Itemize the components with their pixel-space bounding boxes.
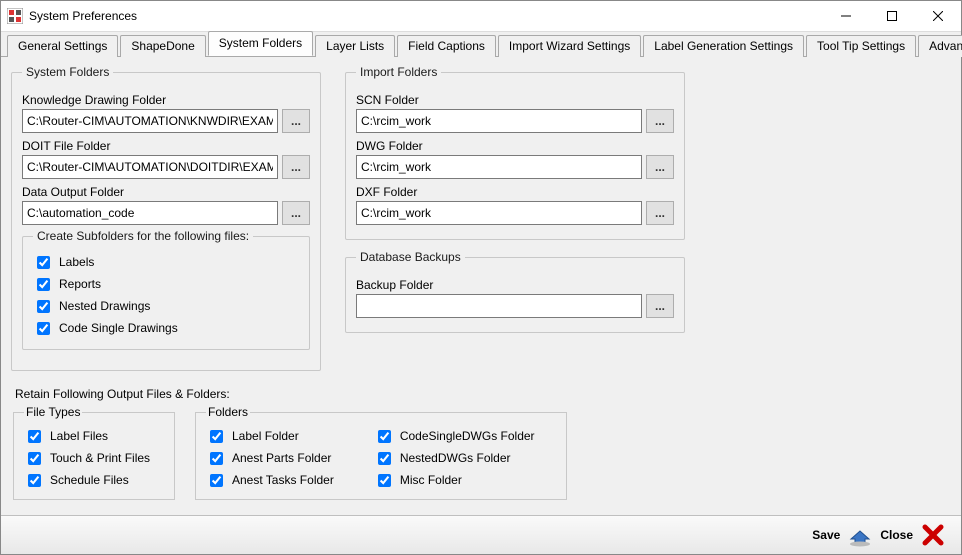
tab-label-generation-settings[interactable]: Label Generation Settings	[643, 35, 804, 57]
doit-folder-input[interactable]	[22, 155, 278, 179]
legend-system-folders: System Folders	[22, 65, 113, 79]
group-database-backups: Database Backups Backup Folder ...	[345, 250, 685, 333]
chk-subfolder-reports[interactable]	[37, 278, 50, 291]
chk-touch-print-files[interactable]	[28, 452, 41, 465]
chk-label-files-label: Label Files	[50, 429, 108, 443]
label-dxf-folder: DXF Folder	[356, 185, 674, 199]
backup-folder-browse-button[interactable]: ...	[646, 294, 674, 318]
chk-codesingledwgs-folder[interactable]	[378, 430, 391, 443]
dxf-folder-browse-button[interactable]: ...	[646, 201, 674, 225]
save-icon	[847, 522, 873, 548]
chk-touch-print-files-label: Touch & Print Files	[50, 451, 150, 465]
doit-folder-browse-button[interactable]: ...	[282, 155, 310, 179]
group-folders: Folders Label Folder Anest Parts Folder …	[195, 405, 567, 500]
dwg-folder-input[interactable]	[356, 155, 642, 179]
label-data-output-folder: Data Output Folder	[22, 185, 310, 199]
window: System Preferences General Settings Shap…	[0, 0, 962, 555]
label-doit-folder: DOIT File Folder	[22, 139, 310, 153]
knowledge-folder-input[interactable]	[22, 109, 278, 133]
group-import-folders: Import Folders SCN Folder ... DWG Folder…	[345, 65, 685, 240]
chk-anest-parts-folder-label: Anest Parts Folder	[232, 451, 331, 465]
window-title: System Preferences	[29, 1, 137, 31]
label-dwg-folder: DWG Folder	[356, 139, 674, 153]
retain-title: Retain Following Output Files & Folders:	[15, 387, 951, 401]
chk-subfolder-nested-drawings[interactable]	[37, 300, 50, 313]
chk-subfolder-nested-drawings-label: Nested Drawings	[59, 299, 150, 313]
save-button-label: Save	[812, 528, 840, 542]
save-button[interactable]	[846, 521, 874, 549]
scn-folder-input[interactable]	[356, 109, 642, 133]
chk-label-folder-label: Label Folder	[232, 429, 299, 443]
group-file-types: File Types Label Files Touch & Print Fil…	[13, 405, 175, 500]
chk-label-folder[interactable]	[210, 430, 223, 443]
tab-general-settings[interactable]: General Settings	[7, 35, 118, 57]
tab-advanced-settings[interactable]: Advanced Settings	[918, 35, 962, 57]
label-backup-folder: Backup Folder	[356, 278, 674, 292]
close-button[interactable]	[919, 521, 947, 549]
group-create-subfolders: Create Subfolders for the following file…	[22, 229, 310, 350]
tab-layer-lists[interactable]: Layer Lists	[315, 35, 395, 57]
chk-subfolder-labels-label: Labels	[59, 255, 94, 269]
legend-database-backups: Database Backups	[356, 250, 465, 264]
tabpanel-system-folders: System Folders Knowledge Drawing Folder …	[1, 57, 961, 515]
legend-file-types: File Types	[24, 405, 82, 419]
chk-subfolder-reports-label: Reports	[59, 277, 101, 291]
chk-nesteddwgs-folder-label: NestedDWGs Folder	[400, 451, 511, 465]
legend-create-subfolders: Create Subfolders for the following file…	[33, 229, 253, 243]
titlebar: System Preferences	[1, 1, 961, 32]
window-buttons	[823, 1, 961, 31]
chk-misc-folder-label: Misc Folder	[400, 473, 462, 487]
chk-nesteddwgs-folder[interactable]	[378, 452, 391, 465]
data-output-folder-browse-button[interactable]: ...	[282, 201, 310, 225]
tab-system-folders[interactable]: System Folders	[208, 31, 313, 56]
chk-subfolder-labels[interactable]	[37, 256, 50, 269]
legend-folders: Folders	[206, 405, 250, 419]
legend-import-folders: Import Folders	[356, 65, 441, 79]
tab-tool-tip-settings[interactable]: Tool Tip Settings	[806, 35, 916, 57]
retain-section: Retain Following Output Files & Folders:…	[11, 387, 951, 500]
chk-subfolder-code-single-drawings[interactable]	[37, 322, 50, 335]
tabstrip: General Settings ShapeDone System Folder…	[1, 32, 961, 57]
tab-field-captions[interactable]: Field Captions	[397, 35, 496, 57]
tab-import-wizard-settings[interactable]: Import Wizard Settings	[498, 35, 641, 57]
label-knowledge-folder: Knowledge Drawing Folder	[22, 93, 310, 107]
chk-anest-tasks-folder-label: Anest Tasks Folder	[232, 473, 334, 487]
dxf-folder-input[interactable]	[356, 201, 642, 225]
chk-schedule-files[interactable]	[28, 474, 41, 487]
label-scn-folder: SCN Folder	[356, 93, 674, 107]
bottom-bar: Save Close	[1, 515, 961, 554]
data-output-folder-input[interactable]	[22, 201, 278, 225]
knowledge-folder-browse-button[interactable]: ...	[282, 109, 310, 133]
tab-shapedone[interactable]: ShapeDone	[120, 35, 205, 57]
chk-subfolder-code-single-drawings-label: Code Single Drawings	[59, 321, 178, 335]
backup-folder-input[interactable]	[356, 294, 642, 318]
chk-misc-folder[interactable]	[378, 474, 391, 487]
chk-label-files[interactable]	[28, 430, 41, 443]
chk-anest-tasks-folder[interactable]	[210, 474, 223, 487]
chk-schedule-files-label: Schedule Files	[50, 473, 129, 487]
close-button-label: Close	[880, 528, 913, 542]
group-system-folders: System Folders Knowledge Drawing Folder …	[11, 65, 321, 371]
chk-anest-parts-folder[interactable]	[210, 452, 223, 465]
scn-folder-browse-button[interactable]: ...	[646, 109, 674, 133]
maximize-button[interactable]	[869, 1, 915, 31]
minimize-button[interactable]	[823, 1, 869, 31]
dwg-folder-browse-button[interactable]: ...	[646, 155, 674, 179]
app-icon	[7, 8, 23, 24]
close-window-button[interactable]	[915, 1, 961, 31]
close-icon	[921, 523, 945, 547]
chk-codesingledwgs-folder-label: CodeSingleDWGs Folder	[400, 429, 535, 443]
